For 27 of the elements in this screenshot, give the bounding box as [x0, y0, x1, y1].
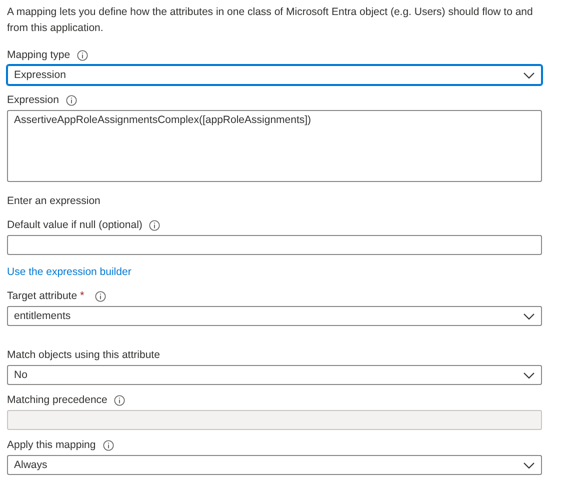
hint-text: Enter an expression — [7, 194, 100, 209]
dropdown[interactable]: entitlements — [7, 306, 542, 326]
info-icon — [95, 290, 106, 302]
field-label: Expression — [7, 94, 59, 106]
info-icon — [102, 440, 114, 450]
info-icon — [66, 94, 77, 106]
chevron-down-icon — [523, 312, 535, 320]
intro-text: A mapping lets you define how the attributes in one class of Microsoft Entra object (e.g. Users) should flow to and from this application. — [7, 5, 534, 36]
info-icon — [77, 50, 88, 60]
expression-field[interactable]: AssertiveAppRoleAssignmentsComplex([appRoleAssignments]) — [7, 110, 542, 182]
chevron-down-icon — [523, 372, 535, 378]
input-field[interactable] — [7, 235, 542, 255]
field-label: Matching precedence — [7, 394, 108, 406]
field-label: Default value if null (optional) — [7, 219, 142, 231]
info-icon — [114, 394, 126, 406]
dropdown[interactable]: Always — [7, 455, 542, 475]
field-label: Mapping type — [7, 49, 70, 61]
chevron-down-icon — [523, 462, 535, 468]
field-label: Match objects using this attribute — [7, 349, 160, 361]
expression-builder-link[interactable]: Use the expression builder — [7, 263, 132, 281]
chevron-down-icon — [523, 72, 535, 78]
field-label: Target attribute — [7, 290, 78, 302]
dropdown[interactable]: Expression — [7, 65, 542, 85]
dropdown[interactable]: No — [7, 365, 542, 385]
field-label: Apply this mapping — [7, 439, 96, 451]
required-mark: * — [80, 290, 84, 302]
info-icon — [149, 220, 160, 230]
